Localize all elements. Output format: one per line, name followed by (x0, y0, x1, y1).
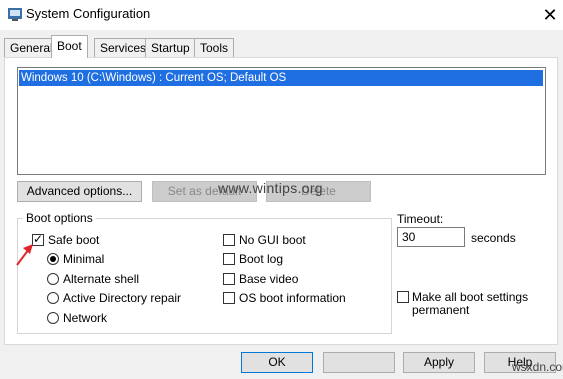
tab-tools[interactable]: Tools (194, 38, 235, 57)
os-list-item[interactable]: Windows 10 (C:\Windows) : Current OS; De… (19, 70, 543, 86)
boot-log-checkbox[interactable] (223, 253, 235, 265)
timeout-input[interactable]: 30 (397, 227, 465, 247)
boot-log-label: Boot log (239, 252, 284, 266)
ok-button[interactable]: OK (241, 352, 313, 373)
window-title: System Configuration (26, 6, 151, 21)
active-directory-repair-label: Active Directory repair (63, 291, 182, 305)
advanced-options-button[interactable]: Advanced options... (17, 181, 142, 202)
base-video-label: Base video (239, 272, 299, 286)
no-gui-boot-checkbox[interactable] (223, 234, 235, 246)
alternate-shell-radio[interactable] (47, 273, 59, 285)
make-permanent-checkbox[interactable] (397, 291, 409, 303)
no-gui-boot-label: No GUI boot (239, 233, 306, 247)
apply-button[interactable]: Apply (403, 352, 475, 373)
base-video-checkbox[interactable] (223, 273, 235, 285)
system-configuration-icon (8, 8, 22, 21)
alternate-shell-label: Alternate shell (63, 272, 140, 286)
os-boot-information-checkbox[interactable] (223, 292, 235, 304)
cancel-button[interactable] (323, 352, 395, 373)
os-boot-information-label: OS boot information (239, 291, 346, 305)
make-permanent-label-line1: Make all boot settings (412, 290, 529, 304)
watermark: www.wintips.org (218, 180, 323, 196)
safe-boot-label: Safe boot (48, 233, 100, 247)
tab-boot[interactable]: Boot (51, 35, 88, 58)
tab-startup[interactable]: Startup (145, 38, 196, 57)
tab-services[interactable]: Services (94, 38, 153, 57)
network-radio[interactable] (47, 312, 59, 324)
make-permanent-label-line2: permanent (412, 303, 470, 317)
boot-options-label: Boot options (23, 211, 96, 225)
minimal-label: Minimal (63, 252, 105, 266)
corner-watermark: wsxdn.com (512, 360, 563, 374)
close-icon[interactable]: ✕ (538, 3, 562, 27)
red-arrow-annotation (16, 244, 33, 266)
os-list[interactable]: Windows 10 (C:\Windows) : Current OS; De… (17, 67, 546, 175)
timeout-label: Timeout: (397, 212, 444, 226)
active-directory-repair-radio[interactable] (47, 292, 59, 304)
minimal-radio[interactable] (47, 253, 59, 265)
network-label: Network (63, 311, 108, 325)
timeout-unit-label: seconds (471, 231, 516, 245)
